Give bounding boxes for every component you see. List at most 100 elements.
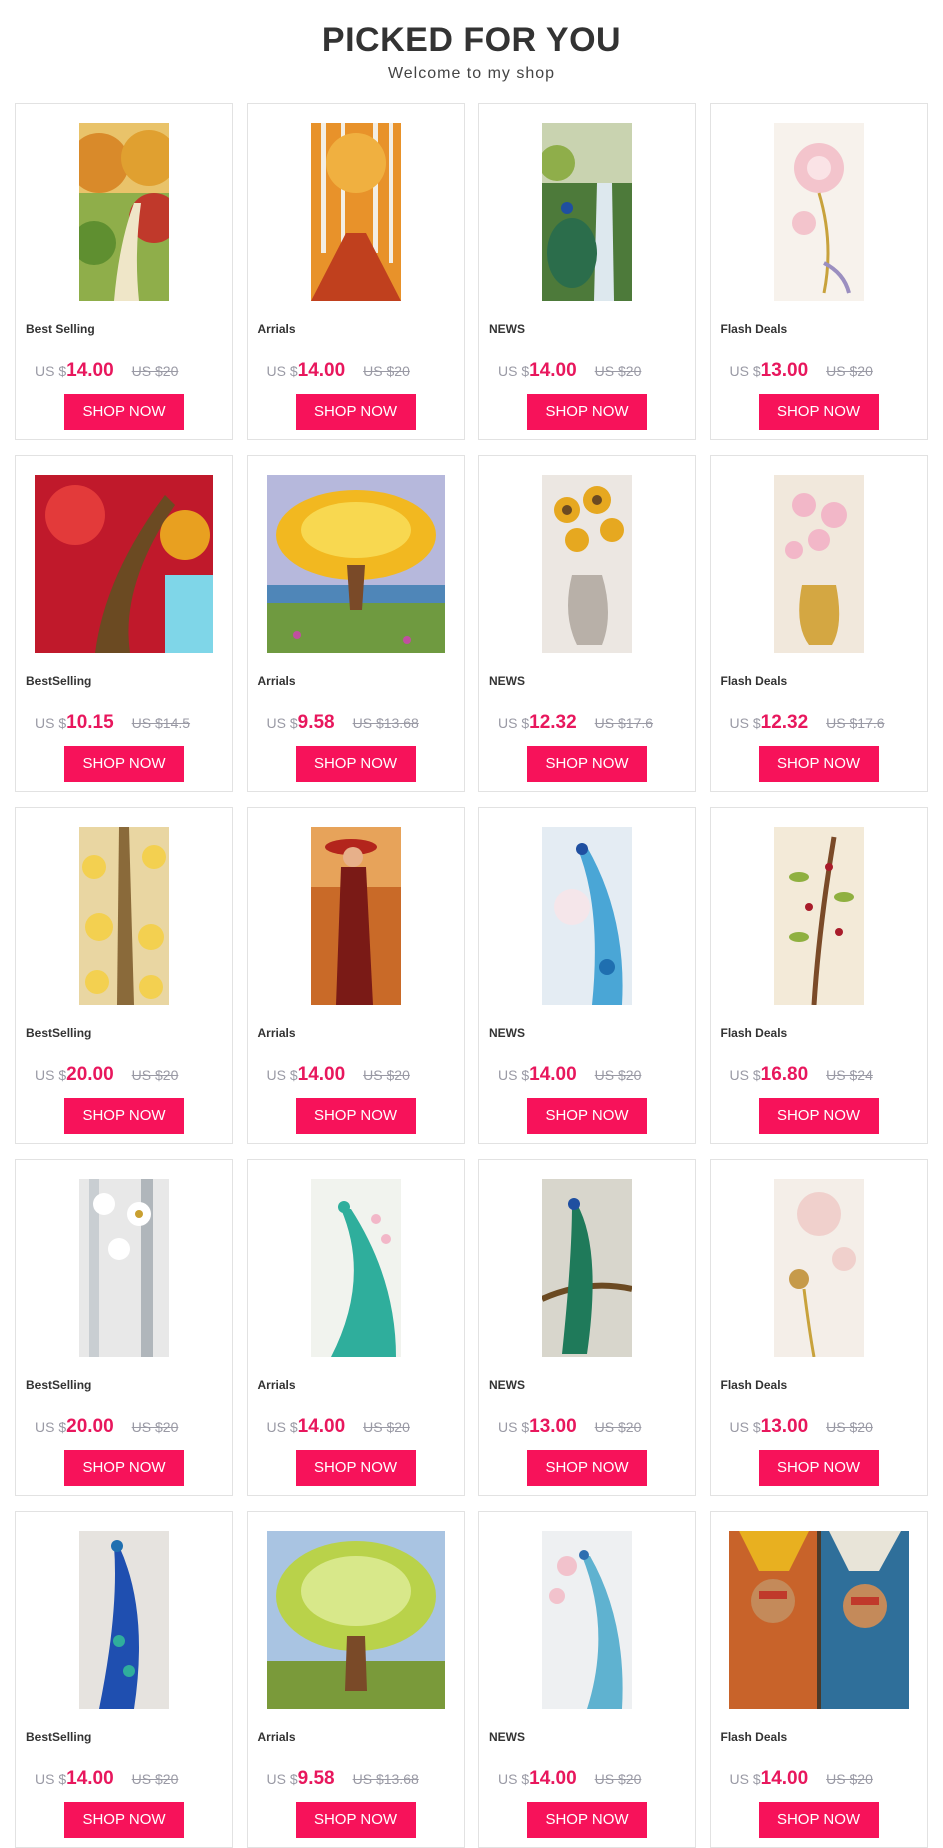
shop-now-button[interactable]: SHOP NOW bbox=[295, 394, 416, 430]
shop-now-button[interactable]: SHOP NOW bbox=[64, 746, 184, 782]
current-price: 12.32 bbox=[529, 712, 577, 733]
product-card[interactable]: BestSelling US $20.00 US $20 SHOP NOW bbox=[15, 1159, 233, 1496]
price-currency: US $ bbox=[266, 1419, 298, 1435]
shop-now-button[interactable]: SHOP NOW bbox=[295, 1098, 416, 1134]
current-price: 14.00 bbox=[297, 1416, 346, 1437]
shop-now-button[interactable]: SHOP NOW bbox=[758, 1802, 879, 1838]
product-category: BestSelling bbox=[26, 1730, 92, 1744]
product-card[interactable]: Flash Deals US $16.80 US $24 SHOP NOW bbox=[709, 807, 928, 1144]
product-card[interactable]: NEWS US $12.32 US $17.6 SHOP NOW bbox=[478, 455, 696, 792]
product-image[interactable] bbox=[79, 123, 169, 301]
price-currency: US $ bbox=[266, 1771, 298, 1787]
product-category: NEWS bbox=[489, 674, 525, 688]
product-category: Arrials bbox=[257, 1378, 296, 1392]
product-image[interactable] bbox=[542, 1531, 632, 1709]
product-card[interactable]: Arrials US $9.58 US $13.68 SHOP NOW bbox=[246, 455, 465, 792]
shop-now-button[interactable]: SHOP NOW bbox=[527, 746, 647, 782]
product-image[interactable] bbox=[266, 475, 445, 653]
price-currency: US $ bbox=[729, 1419, 761, 1435]
product-image[interactable] bbox=[79, 827, 169, 1005]
product-card[interactable]: NEWS US $13.00 US $20 SHOP NOW bbox=[478, 1159, 696, 1496]
price-currency: US $ bbox=[729, 1771, 761, 1787]
product-price: US $16.80 US $24 bbox=[730, 1064, 873, 1086]
product-category: Arrials bbox=[257, 322, 296, 336]
current-price: 9.58 bbox=[297, 712, 335, 733]
original-price: US $20 bbox=[826, 363, 873, 379]
shop-now-button[interactable]: SHOP NOW bbox=[295, 1450, 416, 1486]
product-image[interactable] bbox=[542, 827, 632, 1005]
product-category: NEWS bbox=[489, 1026, 525, 1040]
product-card[interactable]: NEWS US $14.00 US $20 SHOP NOW bbox=[478, 103, 696, 440]
product-card[interactable]: BestSelling US $14.00 US $20 SHOP NOW bbox=[15, 1511, 233, 1848]
shop-now-button[interactable]: SHOP NOW bbox=[64, 1098, 184, 1134]
product-card[interactable]: Flash Deals US $12.32 US $17.6 SHOP NOW bbox=[709, 455, 928, 792]
shop-now-button[interactable]: SHOP NOW bbox=[527, 394, 647, 430]
product-image[interactable] bbox=[773, 475, 864, 653]
product-card[interactable]: Flash Deals US $13.00 US $20 SHOP NOW bbox=[709, 1159, 928, 1496]
product-image[interactable] bbox=[773, 827, 864, 1005]
price-currency: US $ bbox=[729, 715, 761, 731]
original-price: US $17.6 bbox=[826, 715, 885, 731]
price-currency: US $ bbox=[498, 715, 530, 731]
product-card[interactable]: Arrials US $14.00 US $20 SHOP NOW bbox=[246, 103, 465, 440]
original-price: US $20 bbox=[594, 1419, 642, 1435]
original-price: US $20 bbox=[594, 1067, 642, 1083]
product-price: US $10.15 US $14.5 bbox=[35, 712, 190, 734]
product-image[interactable] bbox=[542, 475, 632, 653]
current-price: 14.00 bbox=[297, 360, 346, 381]
shop-now-button[interactable]: SHOP NOW bbox=[295, 1802, 416, 1838]
product-card[interactable]: Arrials US $14.00 US $20 SHOP NOW bbox=[246, 1159, 465, 1496]
product-image[interactable] bbox=[542, 1179, 632, 1357]
shop-now-button[interactable]: SHOP NOW bbox=[64, 394, 184, 430]
product-image[interactable] bbox=[79, 1531, 169, 1709]
price-currency: US $ bbox=[729, 363, 761, 379]
product-image[interactable] bbox=[773, 1179, 864, 1357]
product-image[interactable] bbox=[773, 123, 864, 301]
current-price: 14.00 bbox=[529, 360, 577, 381]
product-image[interactable] bbox=[310, 1179, 401, 1357]
product-price: US $13.00 US $20 bbox=[498, 1416, 641, 1438]
current-price: 14.00 bbox=[66, 360, 114, 381]
shop-now-button[interactable]: SHOP NOW bbox=[295, 746, 416, 782]
product-card[interactable]: BestSelling US $20.00 US $20 SHOP NOW bbox=[15, 807, 233, 1144]
shop-now-button[interactable]: SHOP NOW bbox=[758, 1450, 879, 1486]
shop-now-button[interactable]: SHOP NOW bbox=[758, 394, 879, 430]
product-price: US $20.00 US $20 bbox=[35, 1416, 178, 1438]
product-image[interactable] bbox=[728, 1531, 909, 1709]
product-image[interactable] bbox=[79, 1179, 169, 1357]
product-card[interactable]: Flash Deals US $13.00 US $20 SHOP NOW bbox=[709, 103, 928, 440]
product-price: US $13.00 US $20 bbox=[730, 1416, 873, 1438]
price-currency: US $ bbox=[729, 1067, 761, 1083]
product-price: US $14.00 US $20 bbox=[498, 1768, 641, 1790]
product-category: Arrials bbox=[257, 1026, 296, 1040]
product-image[interactable] bbox=[266, 1531, 445, 1709]
shop-now-button[interactable]: SHOP NOW bbox=[64, 1450, 184, 1486]
shop-now-button[interactable]: SHOP NOW bbox=[527, 1802, 647, 1838]
product-image[interactable] bbox=[542, 123, 632, 301]
shop-now-button[interactable]: SHOP NOW bbox=[527, 1098, 647, 1134]
product-image[interactable] bbox=[310, 827, 401, 1005]
product-card[interactable]: Flash Deals US $14.00 US $20 SHOP NOW bbox=[709, 1511, 928, 1848]
product-card[interactable]: NEWS US $14.00 US $20 SHOP NOW bbox=[478, 807, 696, 1144]
shop-now-button[interactable]: SHOP NOW bbox=[758, 1098, 879, 1134]
product-price: US $12.32 US $17.6 bbox=[498, 712, 653, 734]
original-price: US $14.5 bbox=[131, 715, 191, 731]
product-category: NEWS bbox=[489, 1378, 525, 1392]
original-price: US $13.68 bbox=[352, 1771, 419, 1787]
product-card[interactable]: BestSelling US $10.15 US $14.5 SHOP NOW bbox=[15, 455, 233, 792]
product-image[interactable] bbox=[35, 475, 213, 653]
product-image[interactable] bbox=[310, 123, 401, 301]
current-price: 14.00 bbox=[66, 1768, 114, 1789]
product-price: US $13.00 US $20 bbox=[730, 360, 873, 382]
product-price: US $14.00 US $20 bbox=[730, 1768, 873, 1790]
product-card[interactable]: Arrials US $14.00 US $20 SHOP NOW bbox=[246, 807, 465, 1144]
shop-now-button[interactable]: SHOP NOW bbox=[758, 746, 879, 782]
shop-now-button[interactable]: SHOP NOW bbox=[527, 1450, 647, 1486]
product-card[interactable]: Best Selling US $14.00 US $20 SHOP NOW bbox=[15, 103, 233, 440]
original-price: US $20 bbox=[363, 1419, 410, 1435]
product-card[interactable]: Arrials US $9.58 US $13.68 SHOP NOW bbox=[246, 1511, 465, 1848]
shop-now-button[interactable]: SHOP NOW bbox=[64, 1802, 184, 1838]
original-price: US $20 bbox=[131, 1067, 179, 1083]
product-card[interactable]: NEWS US $14.00 US $20 SHOP NOW bbox=[478, 1511, 696, 1848]
product-category: BestSelling bbox=[26, 674, 92, 688]
